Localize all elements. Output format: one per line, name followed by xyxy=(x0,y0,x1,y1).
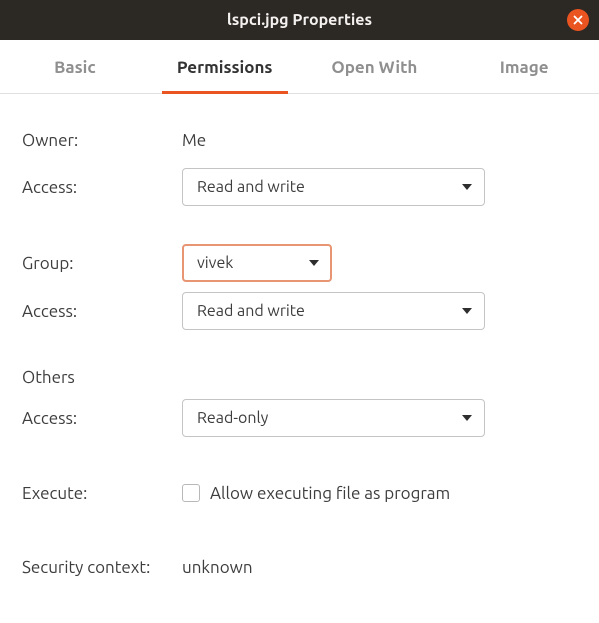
execute-label: Execute: xyxy=(22,484,182,503)
titlebar: lspci.jpg Properties xyxy=(0,0,599,40)
execute-checkbox-label: Allow executing file as program xyxy=(210,484,450,503)
tab-image[interactable]: Image xyxy=(449,40,599,93)
owner-access-value: Read and write xyxy=(197,178,305,196)
others-access-select[interactable]: Read-only xyxy=(182,399,485,437)
owner-access-label: Access: xyxy=(22,178,182,197)
group-access-label: Access: xyxy=(22,302,182,321)
close-icon xyxy=(573,15,583,25)
tab-bar: Basic Permissions Open With Image xyxy=(0,40,599,94)
owner-row: Owner: Me xyxy=(22,122,577,158)
others-access-label: Access: xyxy=(22,409,182,428)
chevron-down-icon xyxy=(462,184,472,190)
security-context-label: Security context: xyxy=(22,558,182,577)
group-label: Group: xyxy=(22,254,182,273)
tab-basic[interactable]: Basic xyxy=(0,40,150,93)
owner-label: Owner: xyxy=(22,131,182,150)
execute-checkbox[interactable] xyxy=(182,484,200,502)
chevron-down-icon xyxy=(309,260,319,266)
group-access-select[interactable]: Read and write xyxy=(182,292,485,330)
group-row: Group: vivek xyxy=(22,244,577,282)
group-value: vivek xyxy=(197,254,233,272)
others-access-value: Read-only xyxy=(197,409,268,427)
chevron-down-icon xyxy=(462,415,472,421)
security-context-row: Security context: unknown xyxy=(22,549,577,585)
others-header: Others xyxy=(22,368,577,387)
group-select[interactable]: vivek xyxy=(182,244,332,282)
tab-open-with[interactable]: Open With xyxy=(300,40,450,93)
security-context-value: unknown xyxy=(182,558,577,577)
group-access-value: Read and write xyxy=(197,302,305,320)
close-button[interactable] xyxy=(567,9,589,31)
owner-value: Me xyxy=(182,131,577,150)
execute-row: Execute: Allow executing file as program xyxy=(22,475,577,511)
tab-permissions[interactable]: Permissions xyxy=(150,40,300,93)
permissions-panel: Owner: Me Access: Read and write Group: … xyxy=(0,94,599,623)
group-access-row: Access: Read and write xyxy=(22,292,577,330)
owner-access-row: Access: Read and write xyxy=(22,168,577,206)
chevron-down-icon xyxy=(462,308,472,314)
owner-access-select[interactable]: Read and write xyxy=(182,168,485,206)
others-access-row: Access: Read-only xyxy=(22,399,577,437)
window-title: lspci.jpg Properties xyxy=(227,11,372,29)
